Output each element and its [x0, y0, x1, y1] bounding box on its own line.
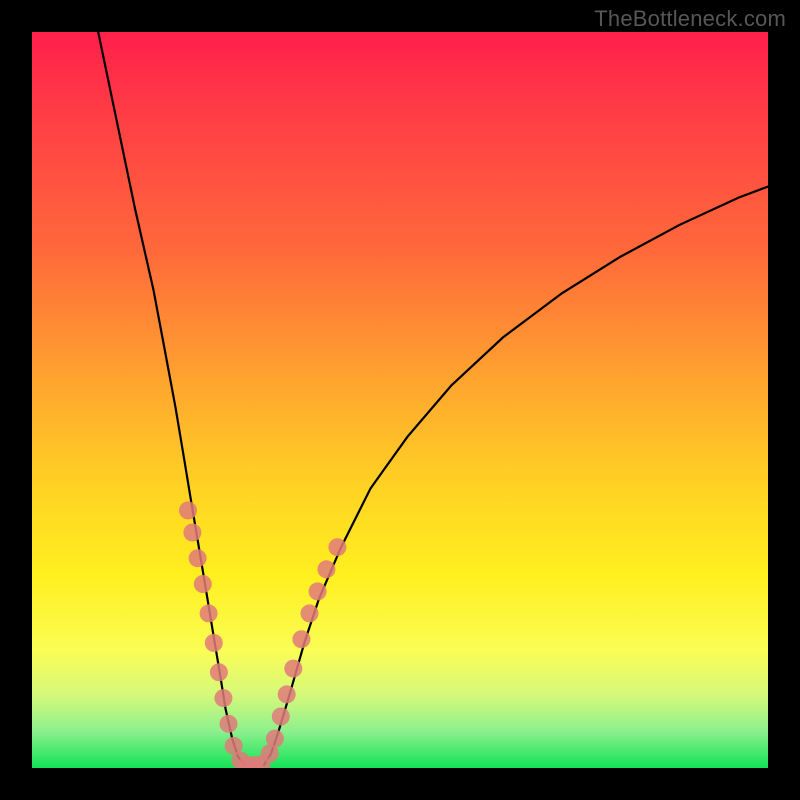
data-dot	[292, 630, 310, 648]
chart-frame: TheBottleneck.com	[0, 0, 800, 800]
data-dot	[301, 604, 319, 622]
data-dot	[183, 524, 201, 542]
data-dot	[200, 604, 218, 622]
data-dot	[210, 663, 228, 681]
data-dot	[278, 685, 296, 703]
data-dot	[220, 715, 238, 733]
data-dot	[328, 538, 346, 556]
left-curve	[98, 32, 245, 765]
data-dot	[266, 730, 284, 748]
data-dot	[214, 689, 232, 707]
data-dot	[194, 575, 212, 593]
data-dot	[179, 501, 197, 519]
scatter-dots	[179, 501, 346, 768]
watermark-text: TheBottleneck.com	[594, 6, 786, 32]
data-dot	[189, 549, 207, 567]
data-dot	[205, 634, 223, 652]
data-dot	[284, 660, 302, 678]
data-dot	[317, 560, 335, 578]
data-dot	[272, 708, 290, 726]
plot-area	[32, 32, 768, 768]
right-curve	[264, 187, 768, 766]
data-dot	[309, 582, 327, 600]
curve-svg	[32, 32, 768, 768]
